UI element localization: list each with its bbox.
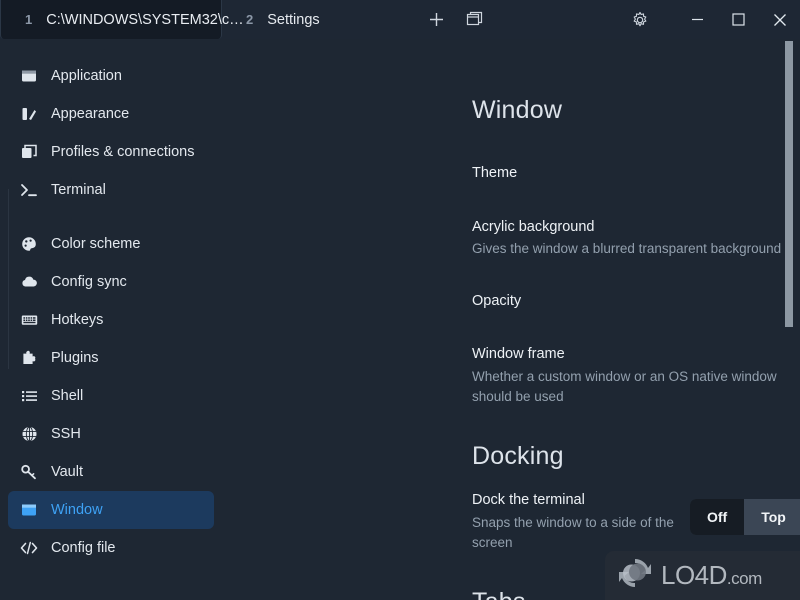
palette-brush-icon xyxy=(20,105,38,123)
section-title-tabs: Tabs xyxy=(472,588,526,600)
tab-terminal[interactable]: 1 C:\WINDOWS\SYSTEM32\c… xyxy=(0,0,244,39)
section-title-window: Window xyxy=(472,96,563,124)
sidebar-item-application[interactable]: Application xyxy=(8,57,214,95)
sidebar-item-config-sync[interactable]: Config sync xyxy=(8,263,214,301)
title-bar-actions xyxy=(403,0,800,39)
sidebar-item-vault[interactable]: Vault xyxy=(8,453,214,491)
new-tab-icon xyxy=(429,13,443,26)
sidebar-item-profiles-connections[interactable]: Profiles & connections xyxy=(8,133,214,171)
sidebar-item-shell[interactable]: Shell xyxy=(8,377,214,415)
tab-number: 2 xyxy=(246,12,254,27)
settings-button[interactable] xyxy=(621,0,659,39)
sidebar-item-label: Hotkeys xyxy=(51,312,104,328)
sidebar-scrollbar[interactable] xyxy=(8,189,9,369)
sidebar-item-label: Color scheme xyxy=(51,236,141,252)
lo4d-brand: LO4D xyxy=(661,560,727,590)
sidebar-item-hotkeys[interactable]: Hotkeys xyxy=(8,301,214,339)
acrylic-background-label: Acrylic background xyxy=(472,219,595,235)
lo4d-suffix: .com xyxy=(726,569,762,588)
close-icon xyxy=(773,13,786,26)
window-frame-label: Window frame xyxy=(472,346,565,362)
sidebar-item-label: Shell xyxy=(51,388,84,404)
color-palette-icon xyxy=(20,235,38,253)
sidebar-item-label: SSH xyxy=(51,426,81,442)
cloud-icon xyxy=(20,273,38,291)
terminal-prompt-icon xyxy=(20,181,38,199)
section-title-docking: Docking xyxy=(472,442,564,470)
application-window-icon xyxy=(20,67,38,85)
content-scrollbar[interactable] xyxy=(785,41,793,327)
title-bar: 1 C:\WINDOWS\SYSTEM32\c… 2 Settings xyxy=(0,0,800,39)
tabby-settings-window: 1 C:\WINDOWS\SYSTEM32\c… 2 Settings Appl… xyxy=(0,0,800,600)
settings-content: Window Theme Standard Standard Compact P… xyxy=(222,39,800,600)
dock-terminal-label: Dock the terminal xyxy=(472,492,585,508)
close-button[interactable] xyxy=(759,0,800,39)
window-body: Application Appearance Profiles & connec… xyxy=(0,39,800,600)
split-pane-button[interactable] xyxy=(455,0,493,39)
sidebar-item-label: Application xyxy=(51,68,122,84)
minimize-icon xyxy=(692,18,703,21)
tab-label: C:\WINDOWS\SYSTEM32\c… xyxy=(46,11,244,28)
window-icon xyxy=(20,501,38,519)
sidebar-divider xyxy=(0,209,222,225)
dock-option-top[interactable]: Top xyxy=(744,499,800,535)
sidebar-item-label: Terminal xyxy=(51,182,106,198)
sidebar-item-label: Plugins xyxy=(51,350,99,366)
maximize-button[interactable] xyxy=(718,0,759,39)
globe-icon xyxy=(20,425,38,443)
dock-option-off[interactable]: Off xyxy=(690,499,745,535)
sidebar-item-appearance[interactable]: Appearance xyxy=(8,95,214,133)
key-icon xyxy=(20,463,38,481)
maximize-icon xyxy=(732,13,745,26)
tab-number: 1 xyxy=(25,12,33,27)
window-frame-description: Whether a custom window or an OS native … xyxy=(472,369,777,404)
puzzle-piece-icon xyxy=(20,349,38,367)
tab-settings[interactable]: 2 Settings xyxy=(222,0,403,39)
tab-label: Settings xyxy=(267,11,320,28)
sidebar-item-label: Window xyxy=(51,502,103,518)
sidebar-item-plugins[interactable]: Plugins xyxy=(8,339,214,377)
copy-windows-icon xyxy=(20,143,38,161)
settings-sidebar: Application Appearance Profiles & connec… xyxy=(0,39,222,600)
sidebar-item-label: Config sync xyxy=(51,274,127,290)
list-icon xyxy=(20,387,38,405)
lo4d-logo-icon xyxy=(615,555,655,596)
sidebar-item-color-scheme[interactable]: Color scheme xyxy=(8,225,214,263)
gear-icon xyxy=(633,11,647,26)
sidebar-item-label: Config file xyxy=(51,540,116,556)
code-brackets-icon xyxy=(20,539,38,557)
sidebar-item-config-file[interactable]: Config file xyxy=(8,529,214,567)
sidebar-item-label: Vault xyxy=(51,464,83,480)
dock-terminal-segmented-control: Off Top Left Right Bottom xyxy=(690,499,800,535)
theme-label: Theme xyxy=(472,165,518,181)
new-tab-button[interactable] xyxy=(417,0,455,39)
acrylic-background-description: Gives the window a blurred transparent b… xyxy=(472,241,782,256)
sidebar-item-terminal[interactable]: Terminal xyxy=(8,171,214,209)
window-controls xyxy=(677,0,800,39)
opacity-label: Opacity xyxy=(472,293,522,309)
keyboard-icon xyxy=(20,311,38,329)
sidebar-item-label: Appearance xyxy=(51,106,130,122)
sidebar-item-ssh[interactable]: SSH xyxy=(8,415,214,453)
sidebar-item-label: Profiles & connections xyxy=(51,144,195,160)
lo4d-wordmark: LO4D.com xyxy=(661,560,762,591)
lo4d-watermark: LO4D.com xyxy=(605,551,800,600)
sidebar-item-window[interactable]: Window xyxy=(8,491,214,529)
split-pane-icon xyxy=(466,11,482,26)
minimize-button[interactable] xyxy=(677,0,718,39)
dock-terminal-description: Snaps the window to a side of the screen xyxy=(472,515,674,550)
